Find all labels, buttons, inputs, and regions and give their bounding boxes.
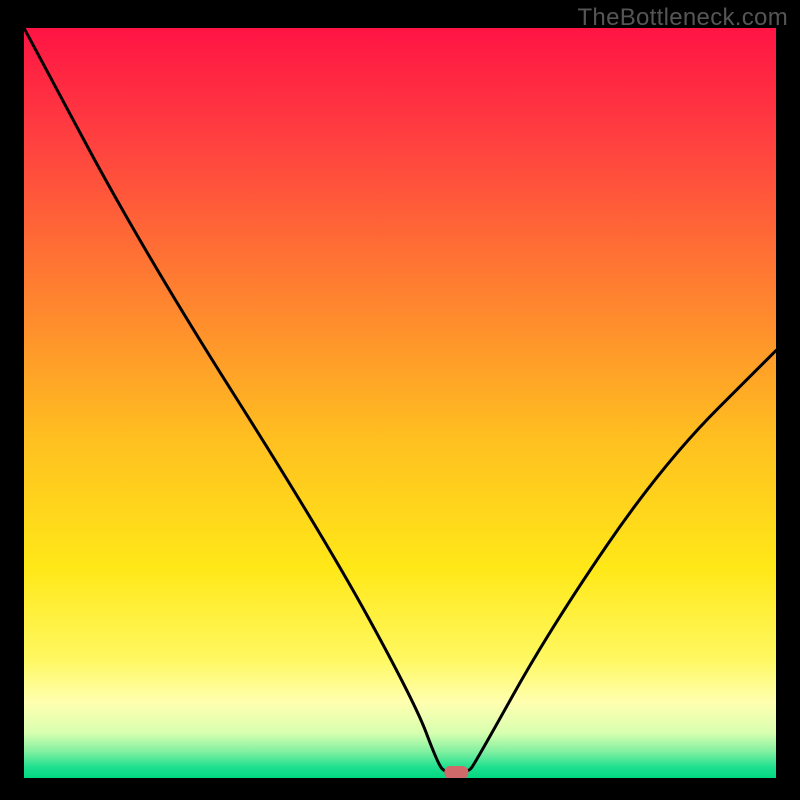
watermark-text: TheBottleneck.com [577, 4, 788, 32]
chart-frame: TheBottleneck.com [0, 0, 800, 800]
gradient-background [24, 28, 776, 778]
plot-area [24, 28, 776, 778]
bottleneck-chart [24, 28, 776, 778]
optimal-marker [444, 766, 468, 778]
